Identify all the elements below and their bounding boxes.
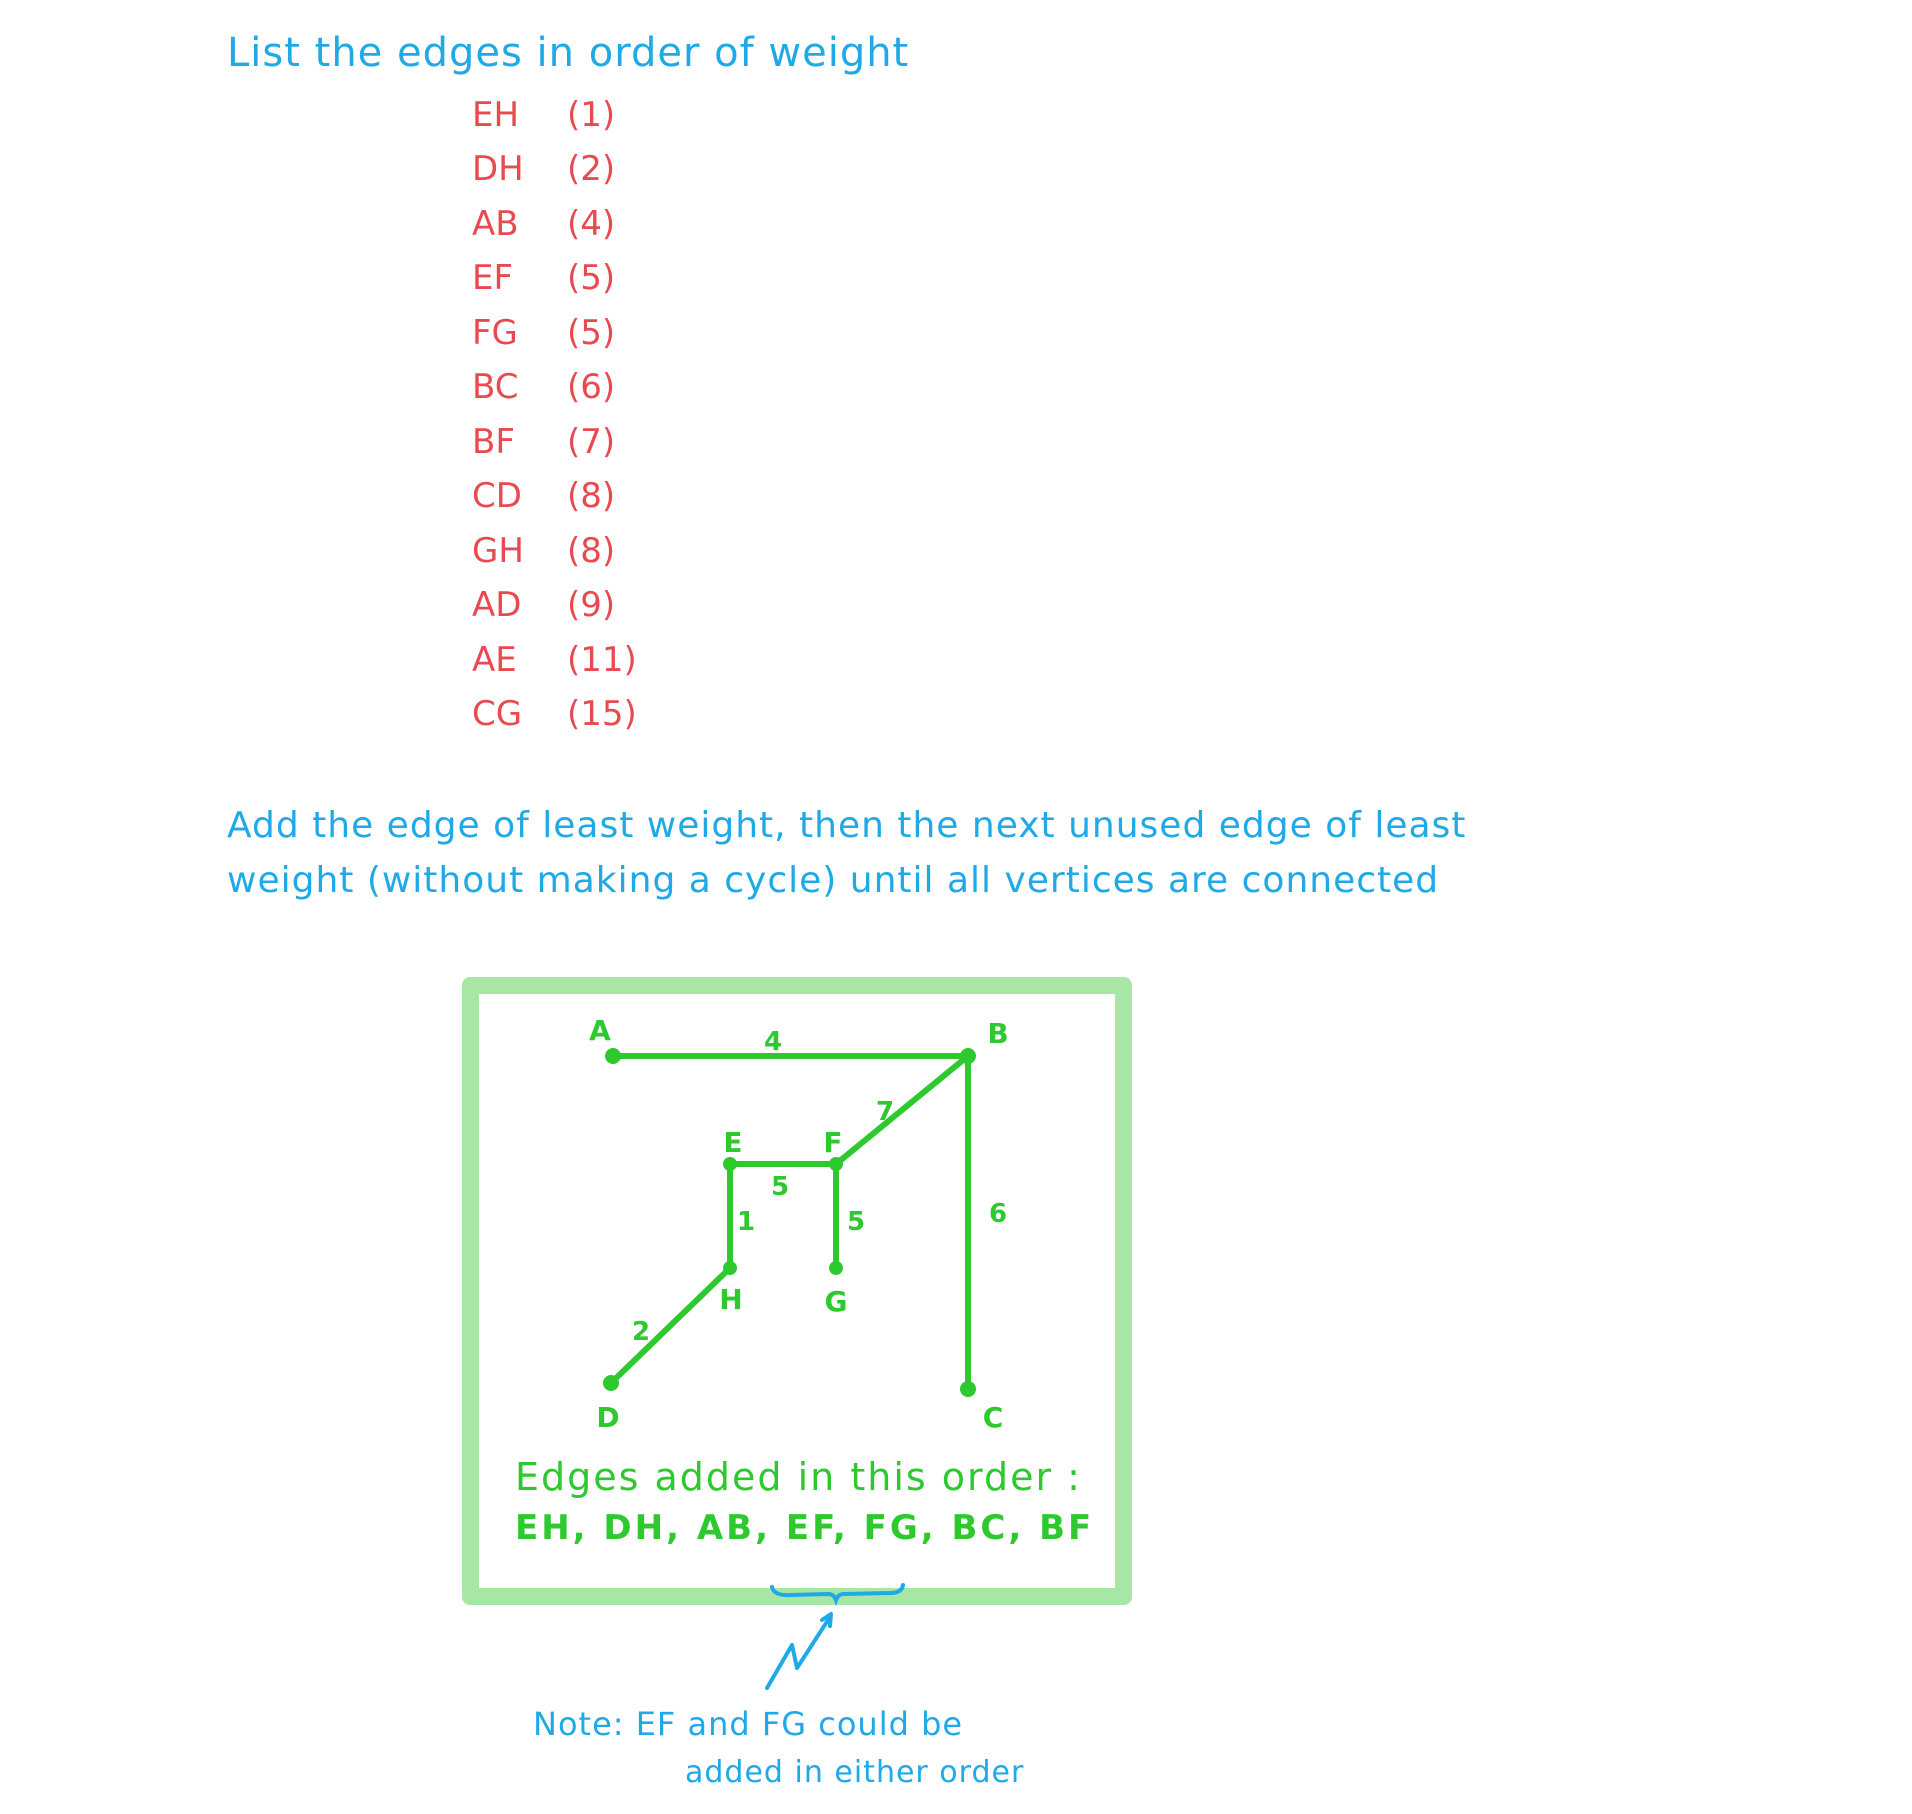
weight-label-FG: 5 [847, 1207, 865, 1237]
weight-label-BC: 6 [989, 1199, 1007, 1229]
weight-label-BF: 7 [876, 1097, 894, 1127]
weight-label-AB: 4 [764, 1027, 782, 1057]
vertex-label-F: F [823, 1126, 842, 1159]
weight-label-DH: 2 [632, 1317, 650, 1347]
weight-label-EF: 5 [771, 1172, 789, 1202]
vertex-C [960, 1381, 976, 1397]
vertex-F [829, 1157, 843, 1171]
vertex-D [603, 1375, 619, 1391]
edge-DH [608, 1265, 733, 1386]
vertex-label-B: B [987, 1017, 1008, 1050]
note-line-1: Note: EF and FG could be [533, 1705, 964, 1743]
vertex-label-G: G [825, 1285, 848, 1318]
edge-BF [833, 1053, 971, 1167]
vertex-B [960, 1048, 976, 1064]
vertex-E [723, 1157, 737, 1171]
brace-icon [770, 1583, 905, 1607]
vertex-G [829, 1261, 843, 1275]
vertex-label-H: H [719, 1283, 742, 1316]
note-line-2: added in either order [685, 1755, 1025, 1790]
order-heading: Edges added in this order : [515, 1455, 1082, 1499]
vertex-H [723, 1261, 737, 1275]
vertex-A [605, 1048, 621, 1064]
vertex-label-E: E [723, 1126, 742, 1159]
vertex-label-D: D [596, 1401, 619, 1434]
order-list: EH, DH, AB, EF, FG, BC, BF [515, 1508, 1095, 1548]
vertex-label-C: C [983, 1401, 1004, 1434]
weight-label-EH: 1 [737, 1207, 755, 1237]
vertex-label-A: A [589, 1014, 611, 1047]
arrow-icon [765, 1615, 832, 1690]
